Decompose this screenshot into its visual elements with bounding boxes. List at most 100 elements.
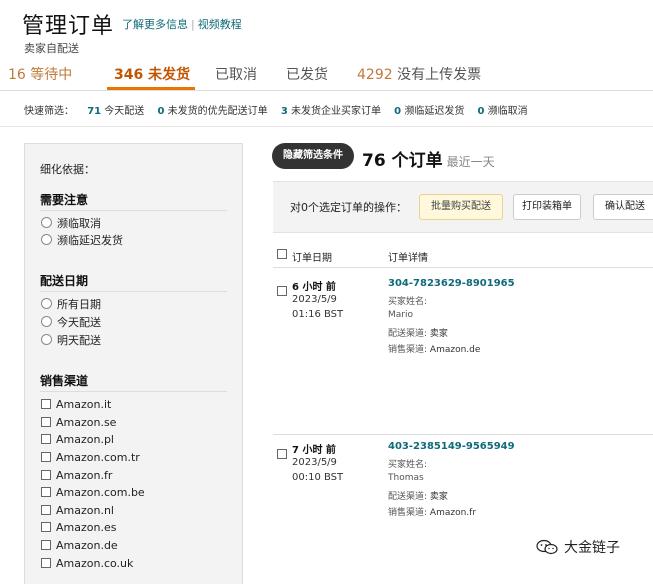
checkbox[interactable] bbox=[41, 417, 51, 427]
order-date: 2023/5/9 bbox=[292, 457, 337, 468]
option-label: Amazon.com.be bbox=[56, 486, 145, 499]
tab-unshipped[interactable]: 346 未发货 bbox=[114, 64, 190, 84]
field-label: 配送渠道: bbox=[388, 492, 428, 502]
wechat-icon bbox=[536, 539, 558, 555]
buyer-label: 买家姓名: bbox=[388, 297, 428, 307]
row-divider bbox=[273, 434, 653, 435]
radio-button[interactable] bbox=[41, 217, 52, 228]
buyer-label: 买家姓名: bbox=[388, 460, 428, 470]
fulfillment-channel: 配送渠道: 卖家 bbox=[388, 326, 448, 339]
column-order-date[interactable]: 订单日期 bbox=[292, 249, 332, 264]
radio-button[interactable] bbox=[41, 234, 52, 245]
tab-shipped[interactable]: 已发货 bbox=[286, 64, 328, 84]
date-range: 最近一天 bbox=[446, 155, 495, 169]
sales-channel: 销售渠道: Amazon.de bbox=[388, 342, 480, 355]
channel-amazon-nl[interactable]: Amazon.nl bbox=[41, 503, 114, 519]
quick-filter-priority[interactable]: 0 未发货的优先配送订单 bbox=[157, 106, 267, 117]
option-label: Amazon.com.tr bbox=[56, 451, 140, 464]
order-age: 6 小时 前 bbox=[292, 282, 336, 293]
tab-cancelled[interactable]: 已取消 bbox=[215, 64, 257, 84]
quick-filter-text: 濒临延迟发货 bbox=[404, 106, 465, 117]
checkbox[interactable] bbox=[41, 522, 51, 532]
tabs-divider bbox=[0, 90, 653, 91]
order-time: 01:16 BST bbox=[292, 309, 344, 320]
option-label: Amazon.fr bbox=[56, 469, 113, 482]
buyer-name-link[interactable]: Mario bbox=[388, 310, 413, 320]
attention-heading: 需要注意 bbox=[40, 193, 89, 207]
section-divider bbox=[40, 291, 227, 292]
quick-filter-count: 0 bbox=[394, 106, 402, 117]
watermark: 大金链子 bbox=[536, 537, 620, 557]
quick-filter-today[interactable]: 71 今天配送 bbox=[87, 106, 144, 117]
filter-near-cancel[interactable]: 濒临取消 bbox=[41, 216, 101, 232]
fulfillment-subtitle: 卖家自配送 bbox=[24, 42, 79, 55]
order-time: 00:10 BST bbox=[292, 472, 344, 483]
quick-filter-business[interactable]: 3 未发货企业买家订单 bbox=[281, 106, 381, 117]
channel-amazon-com-be[interactable]: Amazon.com.be bbox=[41, 485, 145, 501]
quick-filter-late[interactable]: 0 濒临延迟发货 bbox=[394, 106, 464, 117]
order-id-link[interactable]: 403-2385149-9565949 bbox=[388, 441, 515, 452]
option-label: 今天配送 bbox=[57, 316, 101, 329]
option-label: Amazon.co.uk bbox=[56, 557, 134, 570]
row-checkbox[interactable] bbox=[277, 280, 292, 299]
tab-pending[interactable]: 16 等待中 bbox=[8, 64, 72, 84]
checkbox[interactable] bbox=[277, 286, 287, 296]
sales-channel-heading: 销售渠道 bbox=[40, 374, 89, 388]
orders-table-header: 订单日期 订单详情 bbox=[273, 241, 653, 268]
checkbox[interactable] bbox=[41, 540, 51, 550]
learn-more-link[interactable]: 了解更多信息 bbox=[122, 18, 188, 31]
checkbox[interactable] bbox=[41, 558, 51, 568]
channel-amazon-it[interactable]: Amazon.it bbox=[41, 397, 111, 413]
channel-amazon-fr[interactable]: Amazon.fr bbox=[41, 468, 112, 484]
order-status-tabs: 16 等待中 346 未发货 已取消 已发货 4292 没有上传发票 bbox=[0, 60, 653, 90]
quick-filter-text: 濒临取消 bbox=[487, 106, 528, 117]
quick-filter-cancel[interactable]: 0 濒临取消 bbox=[478, 106, 528, 117]
order-age: 7 小时 前 bbox=[292, 445, 336, 456]
channel-amazon-de[interactable]: Amazon.de bbox=[41, 538, 118, 554]
section-divider bbox=[40, 391, 227, 392]
field-label: 配送渠道: bbox=[388, 329, 428, 339]
channel-amazon-pl[interactable]: Amazon.pl bbox=[41, 432, 114, 448]
tab-no-invoice[interactable]: 4292 没有上传发票 bbox=[357, 64, 481, 84]
filter-today[interactable]: 今天配送 bbox=[41, 315, 101, 331]
ship-date-heading: 配送日期 bbox=[40, 274, 89, 288]
order-id-link[interactable]: 304-7823629-8901965 bbox=[388, 278, 515, 289]
video-tutorial-link[interactable]: 视频教程 bbox=[198, 18, 242, 31]
row-checkbox[interactable] bbox=[277, 443, 292, 462]
buy-shipping-button[interactable]: 批量购买配送 bbox=[419, 194, 503, 220]
checkbox[interactable] bbox=[41, 470, 51, 480]
checkbox[interactable] bbox=[41, 434, 51, 444]
quick-filter-text: 今天配送 bbox=[104, 106, 145, 117]
radio-button[interactable] bbox=[41, 316, 52, 327]
checkbox[interactable] bbox=[277, 249, 287, 259]
radio-button[interactable] bbox=[41, 334, 52, 345]
checkbox[interactable] bbox=[277, 449, 287, 459]
filter-near-late[interactable]: 濒临延迟发货 bbox=[41, 233, 123, 249]
radio-button[interactable] bbox=[41, 298, 52, 309]
checkbox[interactable] bbox=[41, 487, 51, 497]
quick-filter-count: 71 bbox=[87, 106, 102, 117]
checkbox[interactable] bbox=[41, 452, 51, 462]
option-label: 濒临延迟发货 bbox=[57, 234, 123, 247]
field-value: Amazon.fr bbox=[429, 508, 477, 518]
header-links: 了解更多信息 | 视频教程 bbox=[122, 16, 242, 32]
tab-no-invoice-count: 4292 bbox=[357, 67, 393, 83]
buyer-name-link[interactable]: Thomas bbox=[388, 473, 424, 483]
print-packing-slip-button[interactable]: 打印装箱单 bbox=[513, 194, 581, 220]
checkbox[interactable] bbox=[41, 505, 51, 515]
channel-amazon-com-tr[interactable]: Amazon.com.tr bbox=[41, 450, 140, 466]
checkbox[interactable] bbox=[41, 399, 51, 409]
filter-tomorrow[interactable]: 明天配送 bbox=[41, 333, 101, 349]
bulk-action-bar: 对0个选定订单的操作： 批量购买配送 打印装箱单 确认配送 bbox=[273, 181, 653, 233]
select-all-checkbox[interactable] bbox=[277, 249, 292, 261]
filter-all-dates[interactable]: 所有日期 bbox=[41, 297, 101, 313]
section-divider bbox=[40, 210, 227, 211]
hide-filters-button[interactable]: 隐藏筛选条件 bbox=[272, 143, 354, 169]
refine-sidebar: 细化依据： 需要注意 濒临取消 濒临延迟发货 配送日期 所有日期 今天配送 明天… bbox=[24, 143, 243, 584]
refine-label: 细化依据： bbox=[40, 163, 95, 176]
channel-amazon-se[interactable]: Amazon.se bbox=[41, 415, 116, 431]
channel-amazon-co-uk[interactable]: Amazon.co.uk bbox=[41, 556, 133, 572]
quick-filter-text: 未发货的优先配送订单 bbox=[167, 106, 268, 117]
confirm-shipment-button[interactable]: 确认配送 bbox=[593, 194, 653, 220]
channel-amazon-es[interactable]: Amazon.es bbox=[41, 520, 116, 536]
